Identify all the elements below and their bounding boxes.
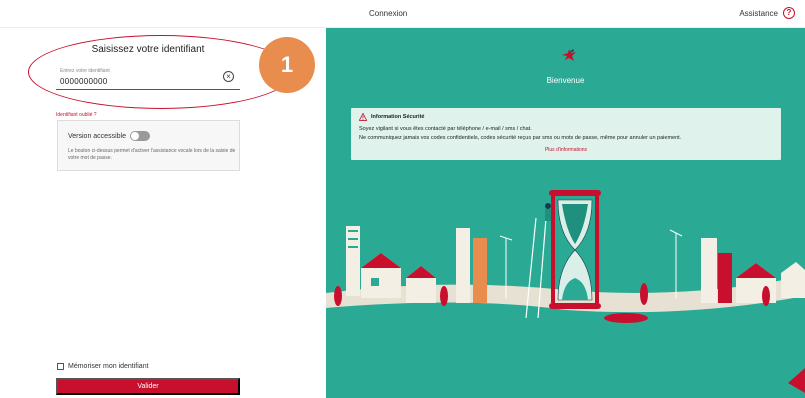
remember-identifier[interactable]: Mémoriser mon identifiant [57,363,149,370]
annotation-badge: 1 [259,37,315,93]
hourglass-illustration [326,190,805,398]
welcome-panel: Bienvenue Information Sécurité Soyez vig… [326,28,805,398]
warning-icon [359,113,367,121]
accessible-version-toggle[interactable] [130,131,150,141]
login-page: Connexion Assistance ? Saisissez votre i… [0,0,805,398]
toggle-knob [131,132,139,140]
accessible-version-label: Version accessible [68,133,126,140]
security-message-1: Soyez vigilant si vous êtes contacté par… [359,126,532,132]
annotation-highlight [28,35,294,109]
page-title: Connexion [369,9,408,18]
help-icon: ? [783,7,795,19]
remember-label: Mémoriser mon identifiant [68,363,149,370]
submit-button[interactable]: Valider [56,378,240,395]
accessible-version-description: Le bouton ci-dessus permet d'activer l'a… [68,148,236,161]
accessible-version-card: Version accessible Le bouton ci-dessus p… [57,120,240,171]
forgot-identifier-link[interactable]: Identifiant oublié ? [56,112,97,118]
assistance-label: Assistance [739,8,778,18]
security-info-box: Information Sécurité Soyez vigilant si v… [351,108,781,160]
welcome-title: Bienvenue [546,76,585,85]
security-message-2: Ne communiquez jamais vos codes confiden… [359,135,682,141]
top-bar: Connexion Assistance ? [0,0,805,28]
more-info-link[interactable]: Plus d'informations [351,147,781,153]
security-title: Information Sécurité [359,113,424,121]
logo-icon [562,49,576,61]
assistance-link[interactable]: Assistance ? [739,7,795,19]
remember-checkbox[interactable] [57,363,64,370]
security-title-text: Information Sécurité [371,114,425,120]
